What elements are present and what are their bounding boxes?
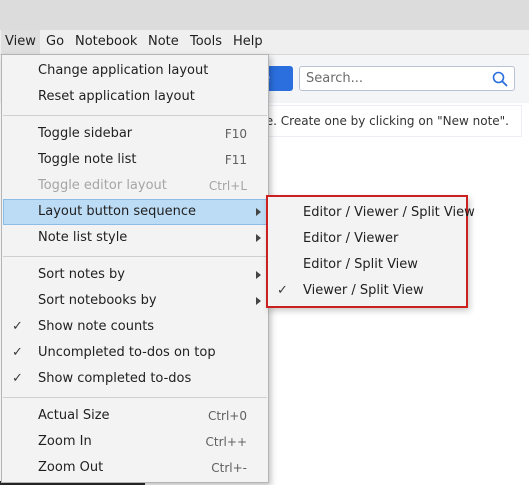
submenu-arrow-icon <box>256 271 261 279</box>
menu-item-label: Note list style <box>38 230 128 245</box>
menu-item-change-application-layout[interactable]: Change application layout <box>3 58 267 84</box>
menu-item-actual-size[interactable]: Actual Size Ctrl+0 <box>3 403 267 429</box>
menu-help[interactable]: Help <box>229 30 267 54</box>
menu-item-zoom-out[interactable]: Zoom Out Ctrl+- <box>3 455 267 481</box>
menu-item-label: Show note counts <box>38 319 155 334</box>
submenu-item-editor-viewer[interactable]: Editor / Viewer <box>268 226 466 252</box>
submenu-item-label: Editor / Viewer / Split View <box>303 205 475 220</box>
menu-item-label: Uncompleted to-dos on top <box>38 345 216 360</box>
menu-separator <box>3 256 267 257</box>
search-icon[interactable] <box>492 71 508 87</box>
submenu-arrow-icon <box>256 208 261 216</box>
checkmark-icon: ✓ <box>12 319 23 334</box>
menu-go[interactable]: Go <box>42 30 68 54</box>
menu-item-note-list-style[interactable]: Note list style <box>3 225 267 251</box>
menu-item-sort-notebooks-by[interactable]: Sort notebooks by <box>3 288 267 314</box>
menu-item-label: Toggle editor layout <box>38 178 167 193</box>
menu-item-shortcut: Ctrl+- <box>211 461 247 475</box>
menu-item-label: Layout button sequence <box>38 204 196 219</box>
menu-item-label: Change application layout <box>38 63 209 78</box>
submenu-item-editor-split-view[interactable]: Editor / Split View <box>268 252 466 278</box>
menu-item-zoom-in[interactable]: Zoom In Ctrl++ <box>3 429 267 455</box>
menu-item-uncompleted-todos-on-top[interactable]: ✓ Uncompleted to-dos on top <box>3 340 267 366</box>
submenu-item-label: Editor / Viewer <box>303 231 399 246</box>
menu-item-label: Actual Size <box>38 408 110 423</box>
menu-item-toggle-note-list[interactable]: Toggle note list F11 <box>3 147 267 173</box>
menu-bar: View Go Notebook Note Tools Help <box>0 30 529 55</box>
checkmark-icon: ✓ <box>12 371 23 386</box>
menu-view[interactable]: View <box>1 30 40 54</box>
menu-item-show-note-counts[interactable]: ✓ Show note counts <box>3 314 267 340</box>
search-field[interactable] <box>299 66 515 91</box>
menu-separator <box>3 115 267 116</box>
submenu-item-viewer-split-view[interactable]: ✓ Viewer / Split View <box>268 278 466 304</box>
menu-item-label: Zoom Out <box>38 460 104 475</box>
menu-item-reset-application-layout[interactable]: Reset application layout <box>3 84 267 110</box>
layout-button-sequence-submenu: Editor / Viewer / Split View Editor / Vi… <box>266 195 475 308</box>
menu-item-label: Toggle note list <box>38 152 137 167</box>
submenu-arrow-icon <box>256 234 261 242</box>
submenu-item-editor-viewer-split-view[interactable]: Editor / Viewer / Split View <box>268 200 475 226</box>
menu-item-shortcut: F10 <box>224 127 247 141</box>
submenu-item-label: Editor / Split View <box>303 257 418 272</box>
menu-item-shortcut: Ctrl+L <box>208 179 247 193</box>
menu-item-layout-button-sequence[interactable]: Layout button sequence <box>3 199 267 225</box>
view-menu-dropdown: Change application layout Reset applicat… <box>1 54 269 483</box>
search-input[interactable] <box>306 70 486 87</box>
menu-note[interactable]: Note <box>144 30 183 54</box>
menu-item-show-completed-todos[interactable]: ✓ Show completed to-dos <box>3 366 267 392</box>
menu-item-toggle-editor-layout: Toggle editor layout Ctrl+L <box>3 173 267 199</box>
window-titlebar <box>0 0 529 30</box>
menu-separator <box>3 397 267 398</box>
menu-item-label: Sort notes by <box>38 267 125 282</box>
menu-item-toggle-sidebar[interactable]: Toggle sidebar F10 <box>3 121 267 147</box>
menu-item-shortcut: Ctrl++ <box>205 435 247 449</box>
menu-item-label: Reset application layout <box>38 89 195 104</box>
menu-notebook[interactable]: Notebook <box>71 30 141 54</box>
menu-item-label: Toggle sidebar <box>38 126 133 141</box>
menu-item-shortcut: F11 <box>224 153 247 167</box>
menu-item-shortcut: Ctrl+0 <box>207 409 247 423</box>
checkmark-icon: ✓ <box>12 345 23 360</box>
menu-tools[interactable]: Tools <box>186 30 226 54</box>
submenu-arrow-icon <box>256 297 261 305</box>
menu-item-label: Sort notebooks by <box>38 293 157 308</box>
checkmark-icon: ✓ <box>277 283 288 298</box>
menu-item-sort-notes-by[interactable]: Sort notes by <box>3 262 267 288</box>
menu-item-label: Show completed to-dos <box>38 371 192 386</box>
submenu-item-label: Viewer / Split View <box>303 283 424 298</box>
menu-item-label: Zoom In <box>38 434 92 449</box>
